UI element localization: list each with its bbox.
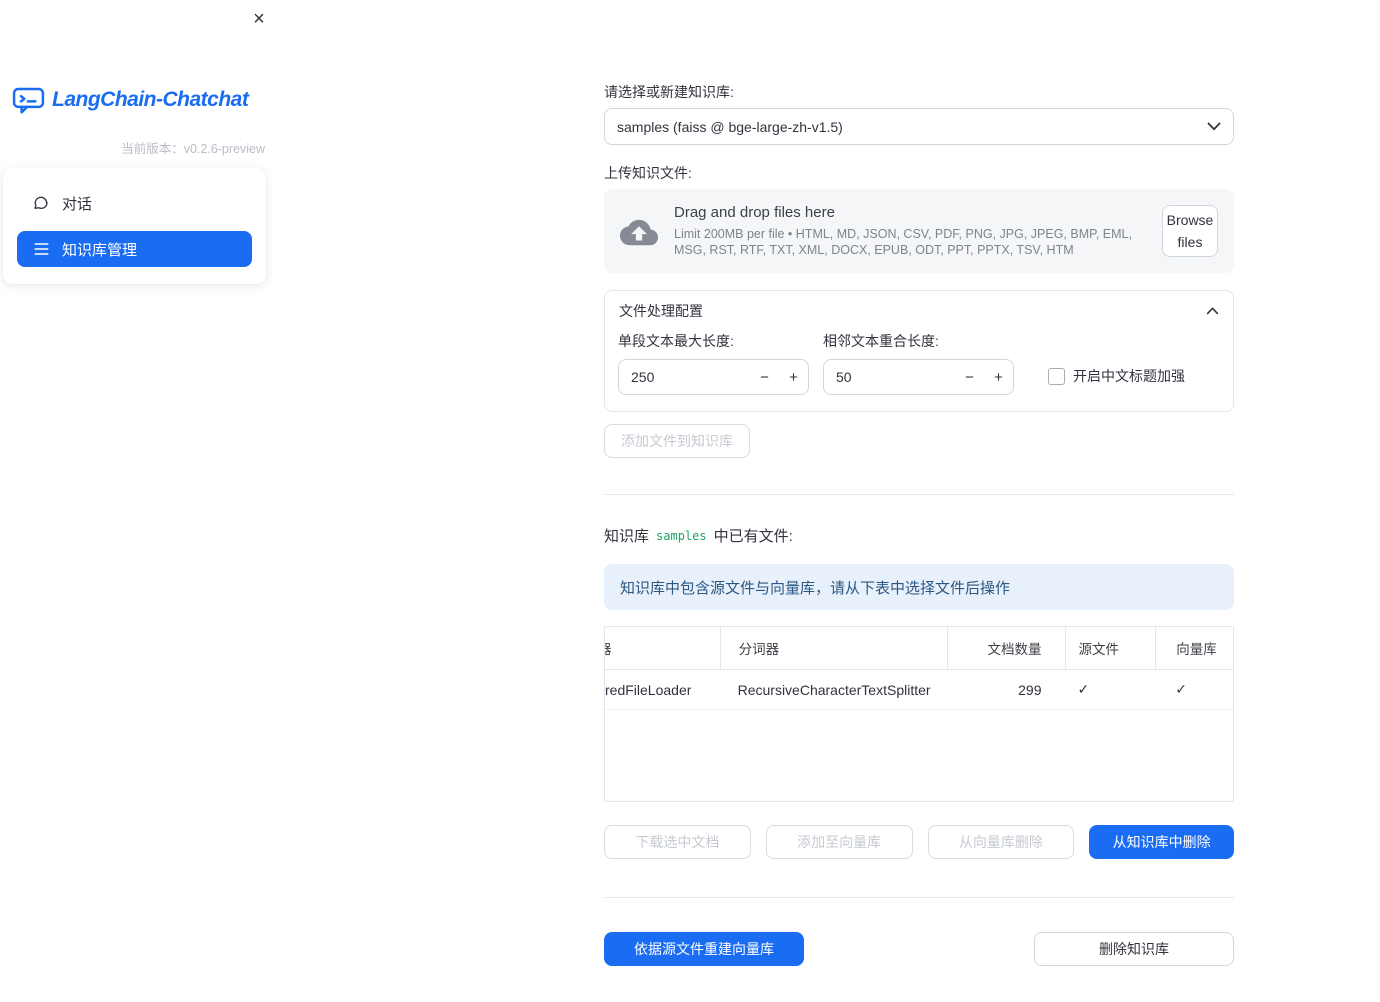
cell-splitter: RecursiveCharacterTextSplitter: [737, 681, 931, 698]
sidebar-menu: 对话 知识库管理: [3, 168, 266, 284]
minus-icon: −: [965, 368, 974, 386]
chunk-size-value: 250: [631, 369, 655, 385]
delete-kb-button[interactable]: 删除知识库: [1034, 932, 1234, 966]
cell-source-file-check: ✓: [1077, 681, 1090, 697]
column-header-splitter: 分词器: [719, 627, 947, 669]
uploader-limit-text: Limit 200MB per file • HTML, MD, JSON, C…: [674, 226, 1132, 257]
kb-select[interactable]: samples (faiss @ bge-large-zh-v1.5): [604, 108, 1234, 145]
browse-files-button[interactable]: Browse files: [1162, 205, 1218, 257]
delete-from-vector-store-button[interactable]: 从向量库删除: [927, 825, 1075, 859]
zh-title-enhance-checkbox[interactable]: 开启中文标题加强: [1048, 366, 1185, 386]
cell-vector-store-check: ✓: [1175, 681, 1187, 697]
increment-button[interactable]: +: [984, 360, 1013, 394]
download-selected-button[interactable]: 下载选中文档: [604, 825, 751, 859]
chat-bubble-icon: [33, 195, 49, 211]
uploader-title: Drag and drop files here: [674, 203, 835, 221]
expander-header[interactable]: 文件处理配置: [605, 291, 1233, 331]
cell-doc-count: 299: [1018, 681, 1042, 698]
menu-item-label: 知识库管理: [62, 241, 138, 259]
divider: [604, 897, 1234, 898]
delete-from-kb-button[interactable]: 从知识库中删除: [1089, 825, 1234, 859]
chat-logo-icon: [12, 86, 45, 114]
kb-files-suffix: 中已有文件:: [713, 528, 793, 545]
files-table: 器 分词器 文档数量 源文件 向量库 redFileLoader Recursi…: [604, 626, 1234, 802]
minus-icon: −: [760, 368, 769, 386]
list-icon: [33, 241, 49, 257]
column-header-vector-store: 向量库: [1155, 627, 1233, 669]
chunk-size-input[interactable]: 250 − +: [618, 359, 809, 395]
menu-item-knowledge-base[interactable]: 知识库管理: [17, 231, 252, 267]
file-config-expander: 文件处理配置 单段文本最大长度: 250 − + 相邻文本重合长度: 50 − …: [604, 290, 1234, 412]
app-title: LangChain-Chatchat: [52, 88, 249, 111]
close-icon: ×: [253, 7, 265, 30]
file-uploader-dropzone[interactable]: Drag and drop files here Limit 200MB per…: [604, 189, 1234, 273]
plus-icon: +: [994, 368, 1003, 386]
sidebar: × LangChain-Chatchat 当前版本：v0.2.6-preview: [0, 0, 280, 1002]
add-files-button[interactable]: 添加文件到知识库: [604, 424, 750, 458]
expander-title: 文件处理配置: [619, 303, 703, 319]
expander-body: 单段文本最大长度: 250 − + 相邻文本重合长度: 50 − + 开启中文标…: [605, 331, 1233, 411]
column-header-source-file: 源文件: [1065, 627, 1155, 669]
table-row[interactable]: redFileLoader RecursiveCharacterTextSpli…: [605, 670, 1233, 710]
chevron-down-icon: [1207, 122, 1221, 131]
kb-level-actions: 依据源文件重建向量库 删除知识库: [604, 932, 1234, 966]
table-header-row: 器 分词器 文档数量 源文件 向量库: [605, 627, 1233, 670]
app-logo: LangChain-Chatchat: [12, 86, 249, 114]
info-alert: 知识库中包含源文件与向量库，请从下表中选择文件后操作: [604, 564, 1234, 610]
checkbox-label: 开启中文标题加强: [1073, 368, 1185, 384]
menu-item-label: 对话: [62, 195, 93, 213]
cloud-upload-icon: [620, 216, 658, 246]
decrement-button[interactable]: −: [955, 360, 984, 394]
upload-label: 上传知识文件:: [604, 165, 692, 181]
version-text: 当前版本：v0.2.6-preview: [121, 142, 265, 156]
main-content: 请选择或新建知识库: samples (faiss @ bge-large-zh…: [604, 0, 1234, 966]
uploader-texts: Drag and drop files here Limit 200MB per…: [674, 204, 1146, 259]
checkbox-box[interactable]: [1048, 367, 1065, 385]
chunk-size-field: 单段文本最大长度: 250 − +: [618, 331, 809, 395]
overlap-size-label: 相邻文本重合长度:: [823, 333, 939, 349]
info-text: 知识库中包含源文件与向量库，请从下表中选择文件后操作: [620, 579, 1011, 597]
kb-select-value: samples (faiss @ bge-large-zh-v1.5): [617, 118, 843, 135]
decrement-button[interactable]: −: [750, 360, 779, 394]
chevron-up-icon: [1206, 307, 1219, 315]
close-sidebar-button[interactable]: ×: [246, 6, 272, 32]
chunk-size-label: 单段文本最大长度:: [618, 333, 734, 349]
file-action-buttons: 下载选中文档 添加至向量库 从向量库删除 从知识库中删除: [604, 825, 1234, 859]
cell-loader: redFileLoader: [605, 681, 692, 698]
kb-files-heading: 知识库 samples 中已有文件:: [604, 525, 1234, 546]
kb-select-label: 请选择或新建知识库:: [604, 84, 734, 100]
menu-item-dialogue[interactable]: 对话: [17, 185, 252, 221]
increment-button[interactable]: +: [779, 360, 808, 394]
overlap-size-input[interactable]: 50 − +: [823, 359, 1014, 395]
add-to-vector-store-button[interactable]: 添加至向量库: [765, 825, 913, 859]
rebuild-vector-store-button[interactable]: 依据源文件重建向量库: [604, 932, 804, 966]
plus-icon: +: [789, 368, 798, 386]
page: × LangChain-Chatchat 当前版本：v0.2.6-preview: [0, 0, 1380, 1002]
column-header-loader: 器: [605, 627, 720, 669]
overlap-size-field: 相邻文本重合长度: 50 − +: [823, 331, 1014, 395]
divider: [604, 494, 1234, 495]
overlap-size-value: 50: [836, 369, 852, 385]
column-header-doc-count: 文档数量: [946, 627, 1066, 669]
kb-files-prefix: 知识库: [604, 528, 650, 545]
kb-name-code: samples: [656, 528, 707, 543]
